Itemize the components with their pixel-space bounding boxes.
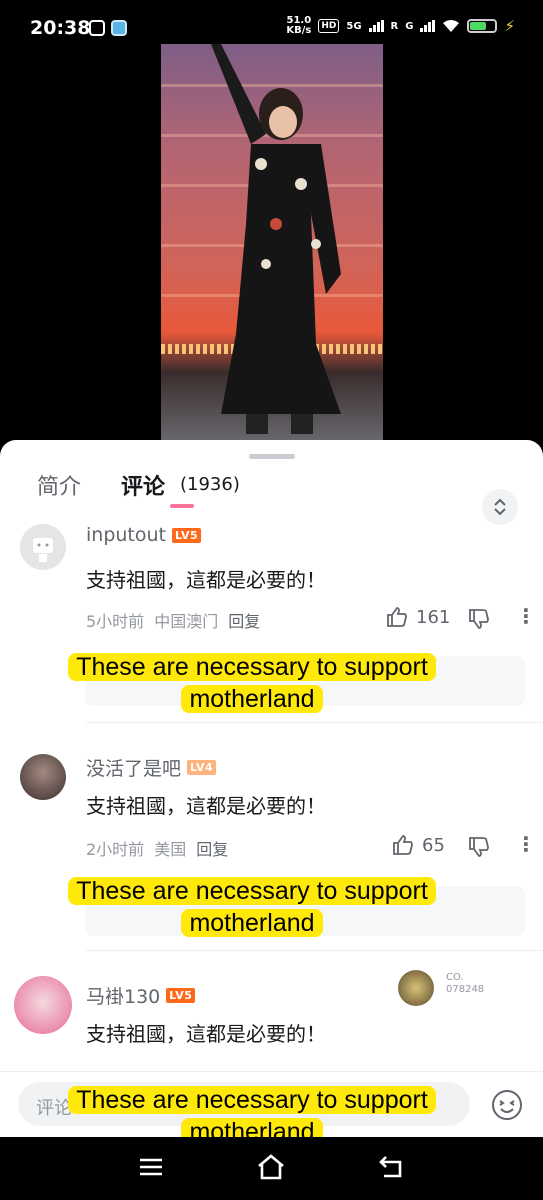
comment-location: 美国 bbox=[154, 840, 187, 859]
roaming-label: R bbox=[390, 20, 399, 32]
comment-text: 支持祖國，這都是必要的！ bbox=[86, 568, 326, 592]
fan-badge-decoration: CO. 078248 bbox=[398, 968, 498, 1008]
active-tab-indicator bbox=[170, 504, 194, 508]
reply-button[interactable]: 回复 bbox=[196, 836, 228, 860]
thumb-down-icon bbox=[469, 609, 489, 629]
level-badge: LV5 bbox=[172, 527, 202, 543]
username[interactable]: 马褂130 bbox=[86, 982, 160, 1009]
tab-bar: 简介 评论 (1936) bbox=[0, 464, 543, 525]
username[interactable]: 没活了是吧 bbox=[86, 754, 181, 781]
app-notification-icon bbox=[111, 20, 127, 36]
tab-intro[interactable]: 简介 bbox=[37, 469, 81, 501]
caption-overlay: These are necessary to support motherlan… bbox=[2, 651, 502, 715]
home-icon bbox=[258, 1154, 284, 1180]
like-button[interactable]: 161 bbox=[386, 606, 450, 628]
battery-icon bbox=[467, 19, 498, 33]
comment-text: 支持祖國，這都是必要的！ bbox=[86, 794, 326, 818]
more-icon[interactable]: ⋮ bbox=[516, 832, 536, 856]
username[interactable]: inputout bbox=[86, 524, 166, 546]
like-button[interactable]: 65 bbox=[392, 834, 445, 856]
hd-badge: HD bbox=[318, 19, 340, 33]
badge-number: CO. 078248 bbox=[446, 972, 485, 995]
video-player[interactable] bbox=[161, 44, 383, 444]
comment-time: 2小时前 bbox=[86, 840, 145, 859]
home-button[interactable] bbox=[256, 1153, 286, 1185]
system-nav-bar bbox=[0, 1137, 543, 1200]
thumb-up-icon bbox=[387, 607, 407, 627]
bilibili-notification-icon bbox=[89, 20, 105, 36]
wifi-icon bbox=[443, 20, 460, 32]
network-speed: 51.0 KB/s bbox=[286, 15, 312, 36]
more-icon[interactable]: ⋮ bbox=[516, 604, 536, 628]
expand-icon bbox=[494, 498, 506, 516]
status-bar: 20:38 51.0 KB/s HD 5G R G ⚡ bbox=[0, 0, 543, 44]
like-count: 65 bbox=[422, 834, 445, 856]
dislike-button[interactable] bbox=[468, 608, 490, 634]
network-type: 5G bbox=[346, 20, 362, 32]
charging-icon: ⚡ bbox=[504, 17, 515, 35]
comment-text: 支持祖國，這都是必要的！ bbox=[86, 1022, 326, 1046]
comment-location: 中国澳门 bbox=[154, 612, 219, 631]
avatar[interactable] bbox=[20, 754, 66, 800]
network-type-2: G bbox=[405, 20, 414, 32]
signal-icon-2 bbox=[420, 20, 436, 32]
signal-icon bbox=[368, 20, 384, 32]
back-button[interactable] bbox=[378, 1155, 404, 1183]
thumb-up-icon bbox=[393, 835, 413, 855]
menu-button[interactable] bbox=[138, 1155, 164, 1183]
avatar[interactable] bbox=[20, 524, 66, 570]
level-badge: LV4 bbox=[187, 760, 217, 775]
clock: 20:38 bbox=[30, 17, 91, 39]
reply-button[interactable]: 回复 bbox=[228, 608, 260, 632]
comment-time: 5小时前 bbox=[86, 612, 145, 631]
menu-icon bbox=[140, 1158, 162, 1176]
dislike-button[interactable] bbox=[468, 836, 490, 862]
avatar[interactable] bbox=[14, 976, 72, 1034]
comment-count: (1936) bbox=[180, 474, 240, 495]
tab-comments[interactable]: 评论 bbox=[121, 469, 165, 501]
performer-image bbox=[211, 44, 341, 434]
caption-overlay: These are necessary to support motherlan… bbox=[2, 875, 502, 939]
like-count: 161 bbox=[416, 606, 451, 628]
back-icon bbox=[379, 1156, 402, 1178]
thumb-down-icon bbox=[469, 837, 489, 857]
drag-handle[interactable] bbox=[249, 454, 295, 459]
level-badge: LV5 bbox=[166, 988, 196, 1003]
default-avatar-icon bbox=[33, 538, 53, 562]
comments-sheet: 简介 评论 (1936) inputout LV5 支持祖國，這都是必要的！ 5… bbox=[0, 440, 543, 1137]
expand-button[interactable] bbox=[482, 489, 518, 525]
